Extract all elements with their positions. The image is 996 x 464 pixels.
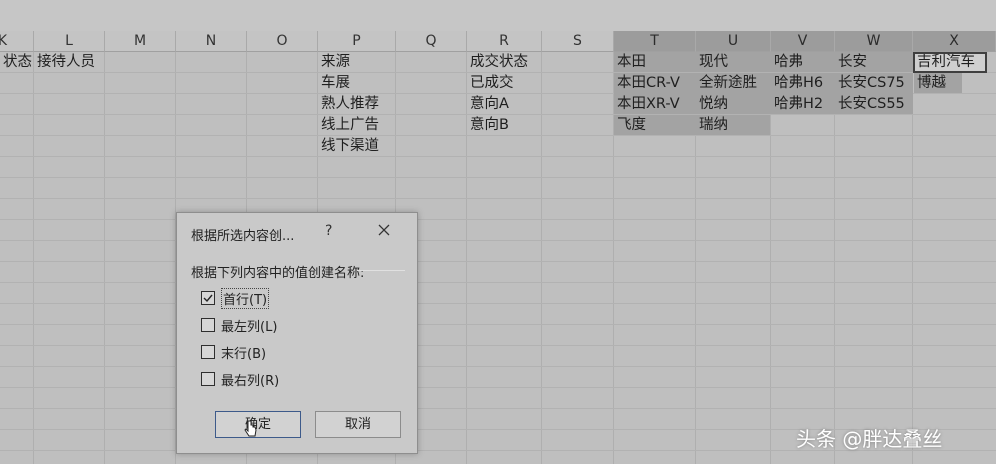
gridline <box>0 135 996 136</box>
column-letter: P <box>352 33 361 49</box>
column-letter: X <box>949 33 959 49</box>
cell-r2[interactable]: 已成交 <box>467 73 541 93</box>
cell-l1[interactable]: 接待人员 <box>34 52 104 72</box>
gridline <box>0 345 996 346</box>
cell-v3[interactable]: 哈弗H2 <box>771 94 834 114</box>
gridline <box>0 303 996 304</box>
gridline <box>0 408 996 409</box>
ok-button[interactable]: 确定 <box>215 411 301 438</box>
gridline <box>0 240 996 241</box>
active-cell-x1[interactable]: 吉利汽车 <box>913 52 987 73</box>
checkbox-checked[interactable] <box>201 291 215 305</box>
column-header-p[interactable]: P <box>318 31 396 52</box>
column-header-t[interactable]: T <box>614 31 696 52</box>
gridline <box>0 156 996 157</box>
column-header-q[interactable]: Q <box>396 31 467 52</box>
cell-u3[interactable]: 悦纳 <box>696 94 770 114</box>
dialog-title: 根据所选内容创... <box>191 229 295 244</box>
cell-w1[interactable]: 长安 <box>835 52 912 72</box>
cell-u2[interactable]: 全新途胜 <box>696 73 770 93</box>
cell-u4[interactable]: 瑞纳 <box>696 115 770 135</box>
cell-p5[interactable]: 线下渠道 <box>318 136 395 156</box>
cell-p4[interactable]: 线上广告 <box>318 115 395 135</box>
column-letter: W <box>866 33 881 49</box>
mouse-cursor-icon <box>244 420 257 437</box>
gridline <box>0 177 996 178</box>
gridline <box>0 198 996 199</box>
help-icon[interactable]: ? <box>325 223 332 239</box>
gridline <box>0 324 996 325</box>
checkbox[interactable] <box>201 345 215 359</box>
option-label: 末行(B) <box>221 347 267 362</box>
gridline <box>0 282 996 283</box>
column-header-k[interactable]: K <box>0 31 34 52</box>
column-letter: R <box>499 33 509 49</box>
cell-r1[interactable]: 成交状态 <box>467 52 541 72</box>
gridline <box>0 219 996 220</box>
gridline <box>0 387 996 388</box>
cell-w2[interactable]: 长安CS75 <box>835 73 912 93</box>
gridline <box>0 366 996 367</box>
create-names-dialog: 根据所选内容创... ? 根据下列内容中的值创建名称: 首行(T) 最左列(L)… <box>176 212 418 454</box>
cell-t1[interactable]: 本田 <box>614 52 695 72</box>
spreadsheet: K L M N O P Q R S T U V W X 状态 接待人员 来源 车… <box>0 0 996 464</box>
dialog-prompt: 根据下列内容中的值创建名称: <box>191 266 365 281</box>
column-header-v[interactable]: V <box>771 31 835 52</box>
option-label: 最右列(R) <box>221 374 280 389</box>
column-header-s[interactable]: S <box>542 31 614 52</box>
column-letter: K <box>0 33 8 49</box>
divider <box>357 270 405 271</box>
column-header-o[interactable]: O <box>247 31 318 52</box>
cell-x2[interactable]: 博越 <box>914 73 962 93</box>
column-letter: L <box>65 33 73 49</box>
cell-k1[interactable]: 状态 <box>0 52 33 72</box>
cancel-button[interactable]: 取消 <box>315 411 401 438</box>
gridline <box>0 261 996 262</box>
cell-t2[interactable]: 本田CR-V <box>614 73 695 93</box>
cell-r3[interactable]: 意向A <box>467 94 541 114</box>
cell-p3[interactable]: 熟人推荐 <box>318 94 395 114</box>
formula-bar-area <box>0 0 996 31</box>
column-header-l[interactable]: L <box>34 31 105 52</box>
cell-v2[interactable]: 哈弗H6 <box>771 73 834 93</box>
cell-v1[interactable]: 哈弗 <box>771 52 834 72</box>
column-letter: T <box>650 33 659 49</box>
column-letter: N <box>205 33 217 49</box>
watermark-text: 头条 @胖达叠丝 <box>796 427 943 451</box>
column-letter: O <box>276 33 288 49</box>
cell-p2[interactable]: 车展 <box>318 73 395 93</box>
column-letter: S <box>573 33 582 49</box>
column-letter: M <box>133 33 147 49</box>
checkbox[interactable] <box>201 372 215 386</box>
close-icon[interactable] <box>375 221 393 239</box>
cancel-label: 取消 <box>344 417 371 432</box>
column-letter: V <box>797 33 808 49</box>
cell-t3[interactable]: 本田XR-V <box>614 94 695 114</box>
column-header-n[interactable]: N <box>176 31 247 52</box>
cell-p1[interactable]: 来源 <box>318 52 395 72</box>
cell-r4[interactable]: 意向B <box>467 115 541 135</box>
cell-u1[interactable]: 现代 <box>696 52 770 72</box>
column-header-u[interactable]: U <box>696 31 771 52</box>
column-header-w[interactable]: W <box>835 31 913 52</box>
checkbox[interactable] <box>201 318 215 332</box>
column-letter: U <box>727 33 739 49</box>
option-label: 首行(T) <box>221 288 270 309</box>
column-header-x[interactable]: X <box>913 31 996 52</box>
option-label: 最左列(L) <box>221 320 278 335</box>
column-letter: Q <box>425 33 437 49</box>
cell-t4[interactable]: 飞度 <box>614 115 695 135</box>
column-header-r[interactable]: R <box>467 31 542 52</box>
column-header-m[interactable]: M <box>105 31 176 52</box>
cell-w3[interactable]: 长安CS55 <box>835 94 912 114</box>
